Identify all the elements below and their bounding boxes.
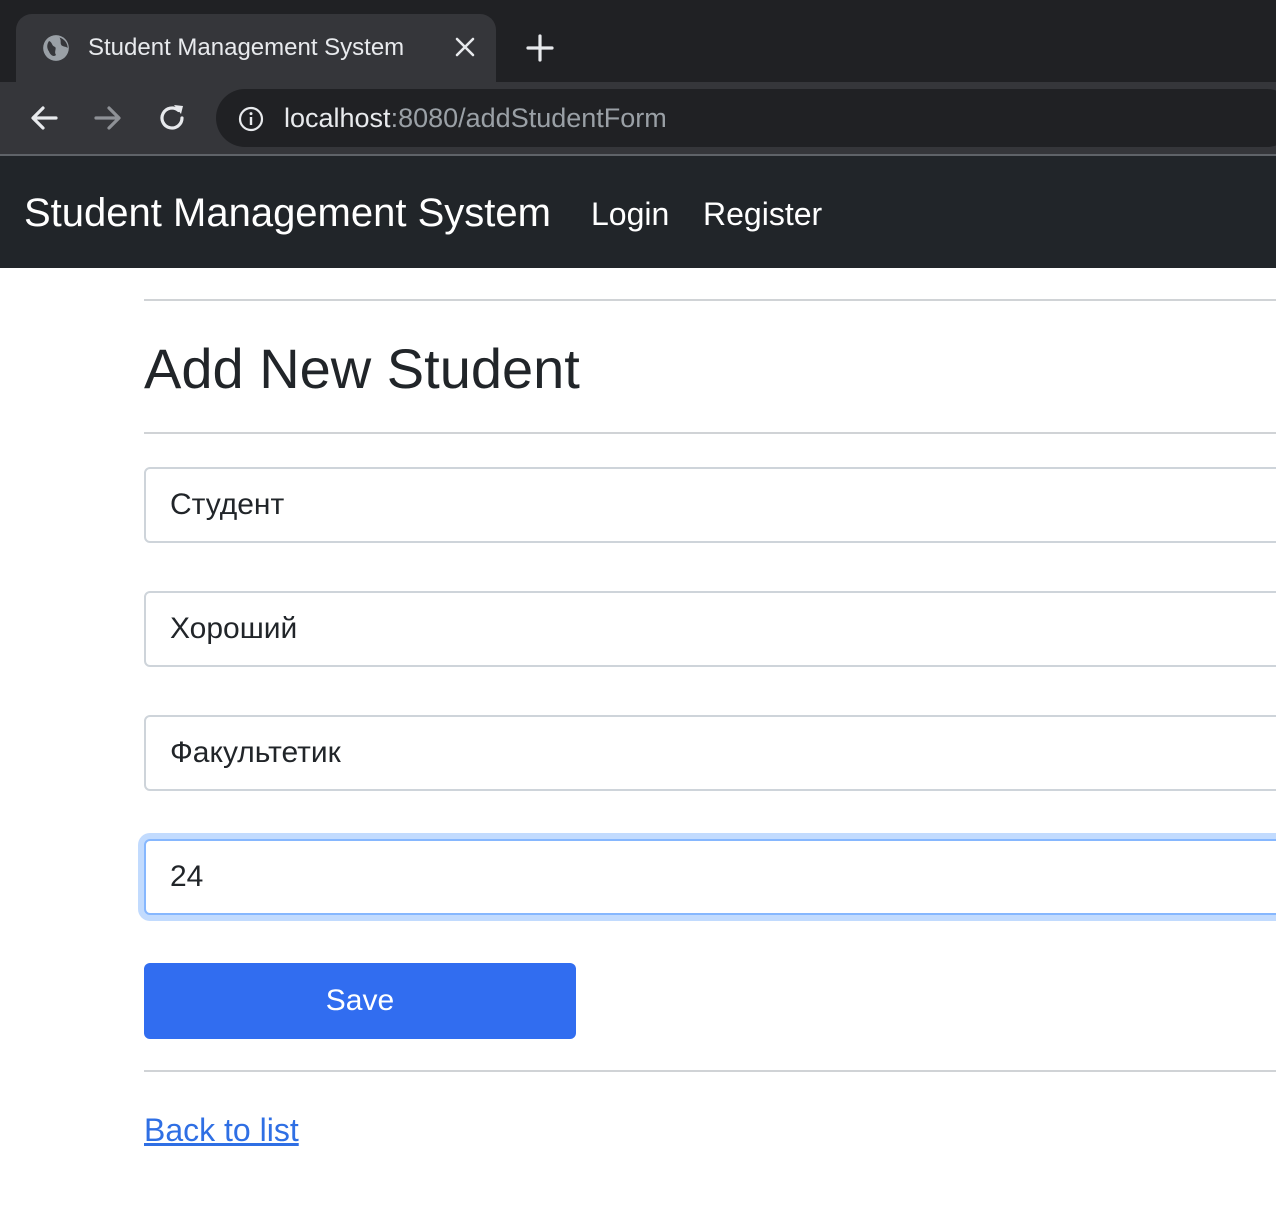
divider-title: [144, 432, 1276, 434]
arrow-right-icon[interactable]: [90, 100, 126, 136]
info-icon[interactable]: [238, 106, 264, 132]
url-path: :8080/addStudentForm: [390, 103, 667, 133]
nav-link-register[interactable]: Register: [703, 194, 822, 234]
browser-tab[interactable]: Student Management System: [16, 14, 496, 82]
back-to-list-link[interactable]: Back to list: [144, 1110, 299, 1150]
app-navbar: Student Management System Login Register: [0, 156, 1276, 268]
faculty-field[interactable]: [144, 715, 1276, 791]
url-text: localhost:8080/addStudentForm: [284, 101, 667, 135]
url-host: localhost: [284, 103, 391, 133]
address-bar[interactable]: localhost:8080/addStudentForm: [216, 89, 1276, 147]
browser-toolbar: localhost:8080/addStudentForm: [0, 82, 1276, 154]
page-title: Add New Student: [144, 337, 580, 400]
tab-title: Student Management System: [88, 34, 405, 61]
browser-tab-strip: Student Management System: [0, 0, 1276, 82]
globe-icon: [43, 35, 69, 61]
close-icon[interactable]: [454, 36, 476, 58]
reload-icon[interactable]: [154, 100, 190, 136]
age-field[interactable]: [144, 839, 1276, 915]
plus-icon[interactable]: [526, 34, 554, 62]
last-name-field[interactable]: [144, 591, 1276, 667]
divider-bottom: [144, 1070, 1276, 1072]
nav-link-login[interactable]: Login: [591, 194, 669, 234]
first-name-field[interactable]: [144, 467, 1276, 543]
save-button[interactable]: Save: [144, 963, 576, 1039]
arrow-left-icon[interactable]: [26, 100, 62, 136]
divider-top: [144, 299, 1276, 301]
navbar-brand[interactable]: Student Management System: [24, 190, 551, 236]
